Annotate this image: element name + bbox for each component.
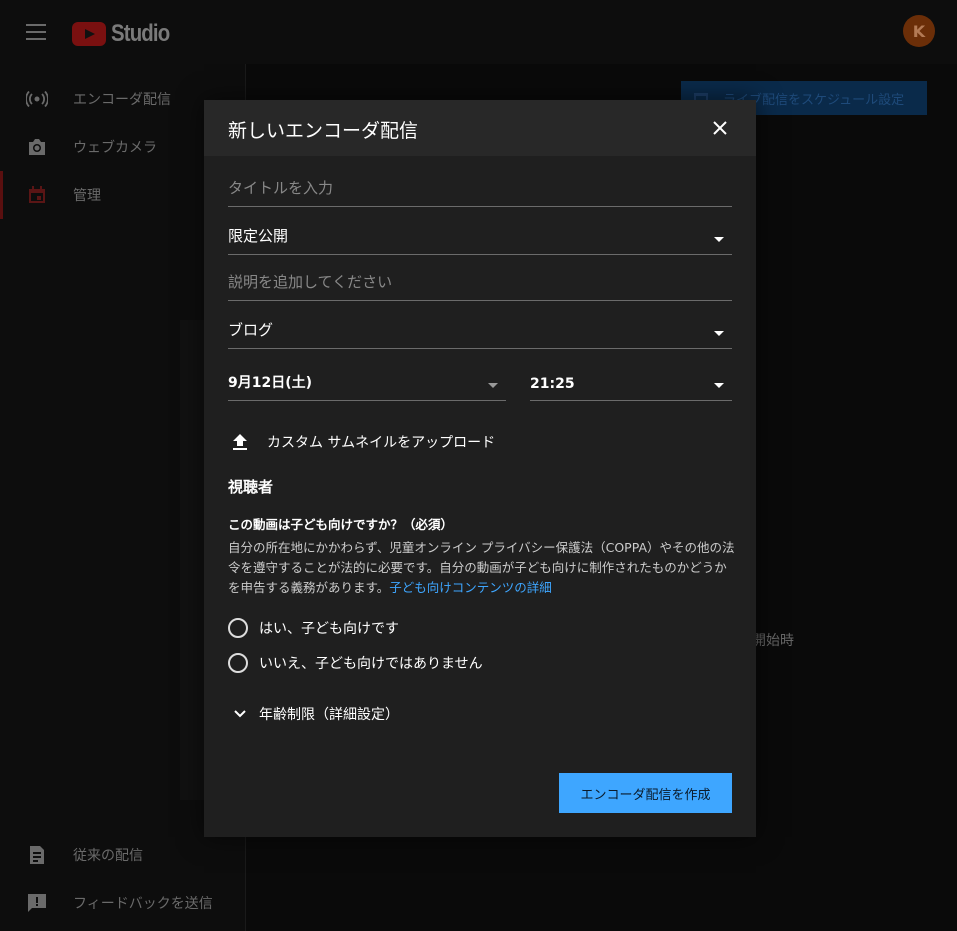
- avatar[interactable]: K: [903, 15, 935, 47]
- logo-text: Studio: [111, 20, 170, 47]
- category-value: ブログ: [228, 321, 274, 339]
- age-restriction-label: 年齢制限（詳細設定）: [259, 707, 399, 723]
- age-restriction-toggle[interactable]: 年齢制限（詳細設定）: [230, 704, 399, 724]
- legacy-icon: [26, 844, 48, 866]
- sidebar-item-label: ウェブカメラ: [73, 140, 157, 156]
- calendar-icon: [26, 184, 48, 206]
- radio-made-for-kids-no[interactable]: いいえ、子ども向けではありません: [228, 653, 483, 673]
- kids-question: この動画は子ども向けですか？（必須）: [228, 517, 454, 532]
- studio-logo[interactable]: Studio: [72, 20, 180, 48]
- chevron-down-icon: [714, 383, 724, 388]
- date-value: 9月12日(土): [228, 375, 313, 391]
- upload-thumbnail-label: カスタム サムネイルをアップロード: [267, 435, 496, 451]
- sidebar-item-feedback[interactable]: フィードバックを送信: [0, 879, 246, 927]
- menu-icon[interactable]: [26, 24, 46, 40]
- date-select[interactable]: 9月12日(土): [228, 361, 506, 401]
- audience-title: 視聴者: [228, 478, 274, 496]
- background-partial-text: 開始時: [752, 633, 794, 649]
- create-encoder-stream-button[interactable]: エンコーダ配信を作成: [559, 773, 732, 813]
- visibility-value: 限定公開: [228, 227, 289, 245]
- description-placeholder: 説明を追加してください: [228, 273, 393, 291]
- radio-no-label: いいえ、子ども向けではありません: [259, 656, 483, 672]
- sidebar-item-label: フィードバックを送信: [73, 896, 213, 912]
- time-value: 21:25: [530, 376, 575, 392]
- time-select[interactable]: 21:25: [530, 361, 732, 401]
- chevron-down-icon: [230, 704, 250, 724]
- upload-icon: [228, 430, 252, 454]
- upload-thumbnail-button[interactable]: カスタム サムネイルをアップロード: [228, 430, 495, 454]
- description-input[interactable]: 説明を追加してください: [228, 261, 732, 301]
- radio-button[interactable]: [228, 653, 248, 673]
- new-encoder-stream-dialog: 新しいエンコーダ配信 タイトルを入力 限定公開 説明を追加してください ブログ …: [204, 100, 756, 837]
- top-bar: Studio K: [0, 0, 957, 64]
- title-input[interactable]: タイトルを入力: [228, 167, 732, 207]
- sidebar-item-label: エンコーダ配信: [73, 92, 171, 108]
- camera-icon: [26, 136, 48, 158]
- chevron-down-icon: [488, 383, 498, 388]
- kids-explanation: 自分の所在地にかかわらず、児童オンライン プライバシー保護法（COPPA）やその…: [228, 538, 738, 598]
- sidebar-item-label: 管理: [73, 188, 101, 204]
- radio-made-for-kids-yes[interactable]: はい、子ども向けです: [228, 618, 399, 638]
- sidebar-item-legacy[interactable]: 従来の配信: [0, 831, 246, 879]
- visibility-select[interactable]: 限定公開: [228, 215, 732, 255]
- close-icon[interactable]: [708, 116, 732, 140]
- category-select[interactable]: ブログ: [228, 309, 732, 349]
- feedback-icon: [26, 892, 48, 914]
- title-input-placeholder: タイトルを入力: [228, 179, 334, 197]
- chevron-down-icon: [714, 331, 724, 336]
- radio-button[interactable]: [228, 618, 248, 638]
- dialog-header: 新しいエンコーダ配信: [204, 100, 756, 156]
- chevron-down-icon: [714, 237, 724, 242]
- sidebar-item-label: 従来の配信: [73, 848, 143, 864]
- broadcast-icon: [26, 88, 48, 110]
- kids-content-link[interactable]: 子ども向けコンテンツの詳細: [389, 580, 552, 595]
- dialog-title: 新しいエンコーダ配信: [228, 120, 419, 142]
- radio-yes-label: はい、子ども向けです: [259, 621, 399, 637]
- youtube-logo-icon: [72, 22, 106, 46]
